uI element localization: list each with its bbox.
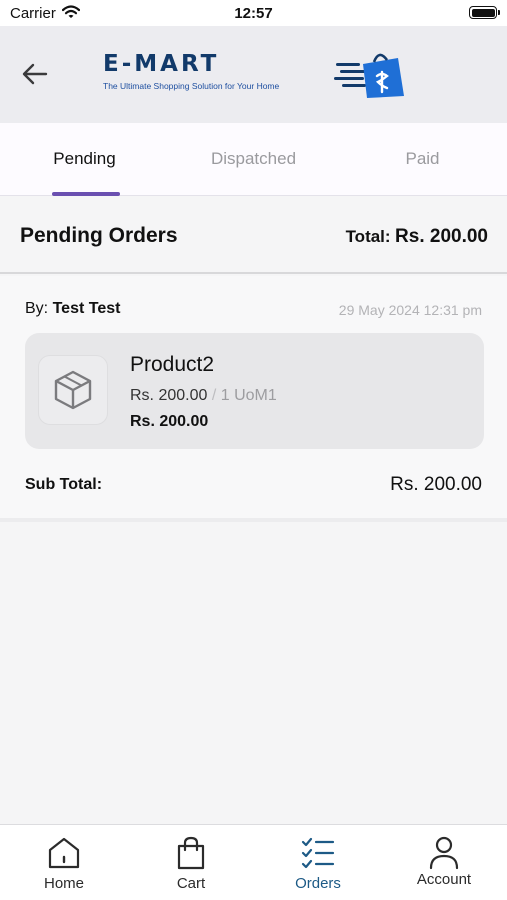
nav-cart-label: Cart [176,875,206,892]
box-icon [54,370,92,410]
nav-orders[interactable]: Orders [255,825,381,900]
tab-paid[interactable]: Paid [338,123,507,195]
tab-dispatched[interactable]: Dispatched [169,123,338,195]
home-icon [48,837,80,869]
order-item[interactable]: Product2 Rs. 200.00 / 1 UoM1 Rs. 200.00 [25,333,484,449]
app-header: E-MART The Ultimate Shopping Solution fo… [0,26,507,123]
nav-account-label: Account [416,871,472,888]
nav-account[interactable]: Account [381,825,507,900]
shopping-bag-icon [177,836,205,870]
customer-name: Test Test [52,300,121,317]
brand-tagline: The Ultimate Shopping Solution for Your … [103,81,280,91]
order-by-label: By: [25,300,49,317]
order-date: 29 May 2024 12:31 pm [338,302,482,318]
orders-total: Total: Rs. 200.00 [346,226,488,248]
nav-cart[interactable]: Cart [128,825,254,900]
status-bar: Carrier 12:57 [0,0,507,26]
brand-name: E-MART [103,51,220,77]
order-customer: By: Test Test [25,300,120,318]
section-header: Pending Orders Total: Rs. 200.00 [0,197,507,274]
order-status-tabs: Pending Dispatched Paid [0,123,507,196]
nav-home[interactable]: Home [1,825,127,900]
nav-orders-label: Orders [295,875,341,892]
clock: 12:57 [234,5,273,22]
unit-price: Rs. 200.00 [130,387,208,404]
total-label: Total: [345,227,391,246]
bottom-navigation: Home Cart Orders Account [0,824,507,900]
subtotal-label: Sub Total: [25,476,103,493]
product-name: Product2 [130,353,215,376]
quantity-uom: 1 UoM1 [220,387,277,404]
active-tab-indicator [52,192,120,196]
battery-icon [469,6,500,19]
page-title: Pending Orders [20,224,178,247]
price-separator: / [211,387,217,404]
product-thumbnail [38,355,108,425]
order-card[interactable]: By: Test Test 29 May 2024 12:31 pm Produ… [0,276,507,522]
back-button[interactable] [18,60,52,88]
shopping-bag-logo [334,53,404,98]
checklist-icon [301,837,335,869]
person-icon [429,836,459,870]
product-price-row: Rs. 200.00 / 1 UoM1 [130,387,277,405]
nav-home-label: Home [43,875,84,892]
tab-pending[interactable]: Pending [0,123,169,195]
line-total: Rs. 200.00 [130,413,209,430]
subtotal-value: Rs. 200.00 [390,474,482,495]
total-value: Rs. 200.00 [395,226,488,247]
brand: E-MART The Ultimate Shopping Solution fo… [103,50,279,91]
arrow-left-icon [22,63,48,85]
